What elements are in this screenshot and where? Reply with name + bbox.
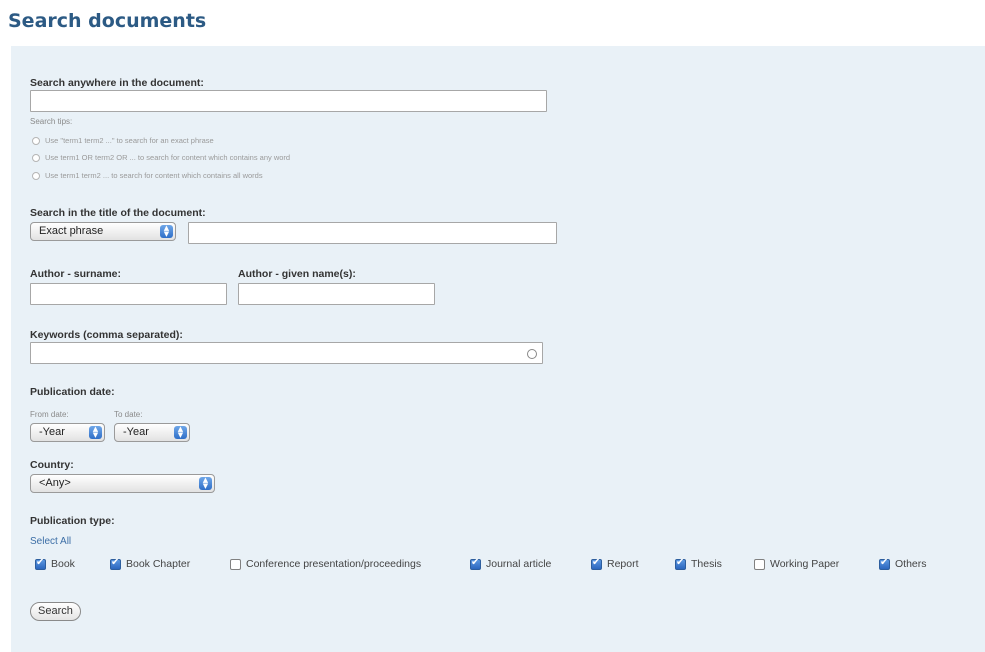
checkbox-checked-icon[interactable]	[110, 557, 121, 570]
radio-icon	[32, 171, 40, 180]
pubtype-label: Others	[895, 558, 927, 570]
checkbox-unchecked-icon[interactable]	[754, 558, 765, 570]
select-arrows-icon: ▲ ▼	[160, 225, 173, 238]
title-search-label: Search in the title of the document:	[30, 207, 206, 219]
search-tips-label: Search tips:	[30, 117, 73, 126]
search-tip-any[interactable]: Use term1 OR term2 OR ... to search for …	[32, 153, 290, 162]
author-surname-input[interactable]	[30, 283, 227, 305]
pubtype-thesis[interactable]: Thesis	[675, 557, 722, 570]
checkbox-checked-icon[interactable]	[470, 557, 481, 570]
search-tip-text: Use term1 term2 ... to search for conten…	[45, 171, 263, 180]
country-label: Country:	[30, 459, 74, 471]
pubtype-label: Conference presentation/proceedings	[246, 558, 422, 570]
select-arrows-icon: ▲ ▼	[174, 426, 187, 439]
to-year-select[interactable]: -Year ▲ ▼	[114, 423, 190, 442]
checkbox-checked-icon[interactable]	[591, 557, 602, 570]
pubtype-journal-article[interactable]: Journal article	[470, 557, 552, 570]
pubtype-report[interactable]: Report	[591, 557, 639, 570]
title-mode-value: Exact phrase	[39, 225, 104, 237]
pubtype-working-paper[interactable]: Working Paper	[754, 558, 839, 570]
radio-icon	[32, 136, 40, 145]
pubtype-label: Working Paper	[770, 558, 840, 570]
pubtype-label: Journal article	[486, 558, 552, 570]
title-mode-select[interactable]: Exact phrase ▲ ▼	[30, 222, 176, 241]
to-year-value: -Year	[123, 426, 149, 438]
pubtype-label: Thesis	[691, 558, 722, 570]
pubtype-book-chapter[interactable]: Book Chapter	[110, 557, 191, 570]
search-anywhere-input[interactable]	[30, 90, 547, 112]
country-select[interactable]: <Any> ▲ ▼	[30, 474, 215, 493]
author-surname-label: Author - surname:	[30, 268, 122, 280]
search-button[interactable]: Search	[30, 602, 81, 621]
pubtype-book[interactable]: Book	[35, 557, 75, 570]
search-anywhere-label: Search anywhere in the document:	[30, 77, 204, 89]
select-arrows-icon: ▲ ▼	[199, 477, 212, 490]
author-given-input[interactable]	[238, 283, 435, 305]
checkbox-unchecked-icon[interactable]	[230, 558, 241, 570]
checkbox-checked-icon[interactable]	[675, 557, 686, 570]
pubtype-label: Book	[51, 558, 75, 570]
keywords-label: Keywords (comma separated):	[30, 329, 183, 341]
author-given-label: Author - given name(s):	[238, 268, 356, 280]
search-tip-all[interactable]: Use term1 term2 ... to search for conten…	[32, 171, 263, 180]
keywords-input[interactable]	[30, 342, 543, 364]
select-arrows-icon: ▲ ▼	[89, 426, 102, 439]
radio-icon	[32, 153, 40, 162]
search-tip-exact[interactable]: Use "term1 term2 ..." to search for an e…	[32, 136, 214, 145]
country-value: <Any>	[39, 477, 71, 489]
search-tip-text: Use "term1 term2 ..." to search for an e…	[45, 136, 214, 145]
pubtype-others[interactable]: Others	[879, 557, 927, 570]
select-all-link[interactable]: Select All	[30, 536, 71, 547]
from-year-value: -Year	[39, 426, 65, 438]
pubtype-label: Report	[607, 558, 639, 570]
search-form-panel: Search anywhere in the document: Search …	[11, 46, 985, 652]
from-year-select[interactable]: -Year ▲ ▼	[30, 423, 105, 442]
search-tip-text: Use term1 OR term2 OR ... to search for …	[45, 153, 291, 162]
checkbox-checked-icon[interactable]	[35, 557, 46, 570]
from-date-label: From date:	[30, 410, 69, 419]
publication-type-label: Publication type:	[30, 515, 115, 527]
publication-date-label: Publication date:	[30, 386, 115, 398]
checkbox-checked-icon[interactable]	[879, 557, 890, 570]
to-date-label: To date:	[114, 410, 143, 419]
pubtype-label: Book Chapter	[126, 558, 191, 570]
pubtype-conference[interactable]: Conference presentation/proceedings	[230, 558, 421, 570]
page-title: Search documents	[8, 10, 207, 32]
title-search-input[interactable]	[188, 222, 557, 244]
clear-input-icon[interactable]	[527, 349, 537, 359]
